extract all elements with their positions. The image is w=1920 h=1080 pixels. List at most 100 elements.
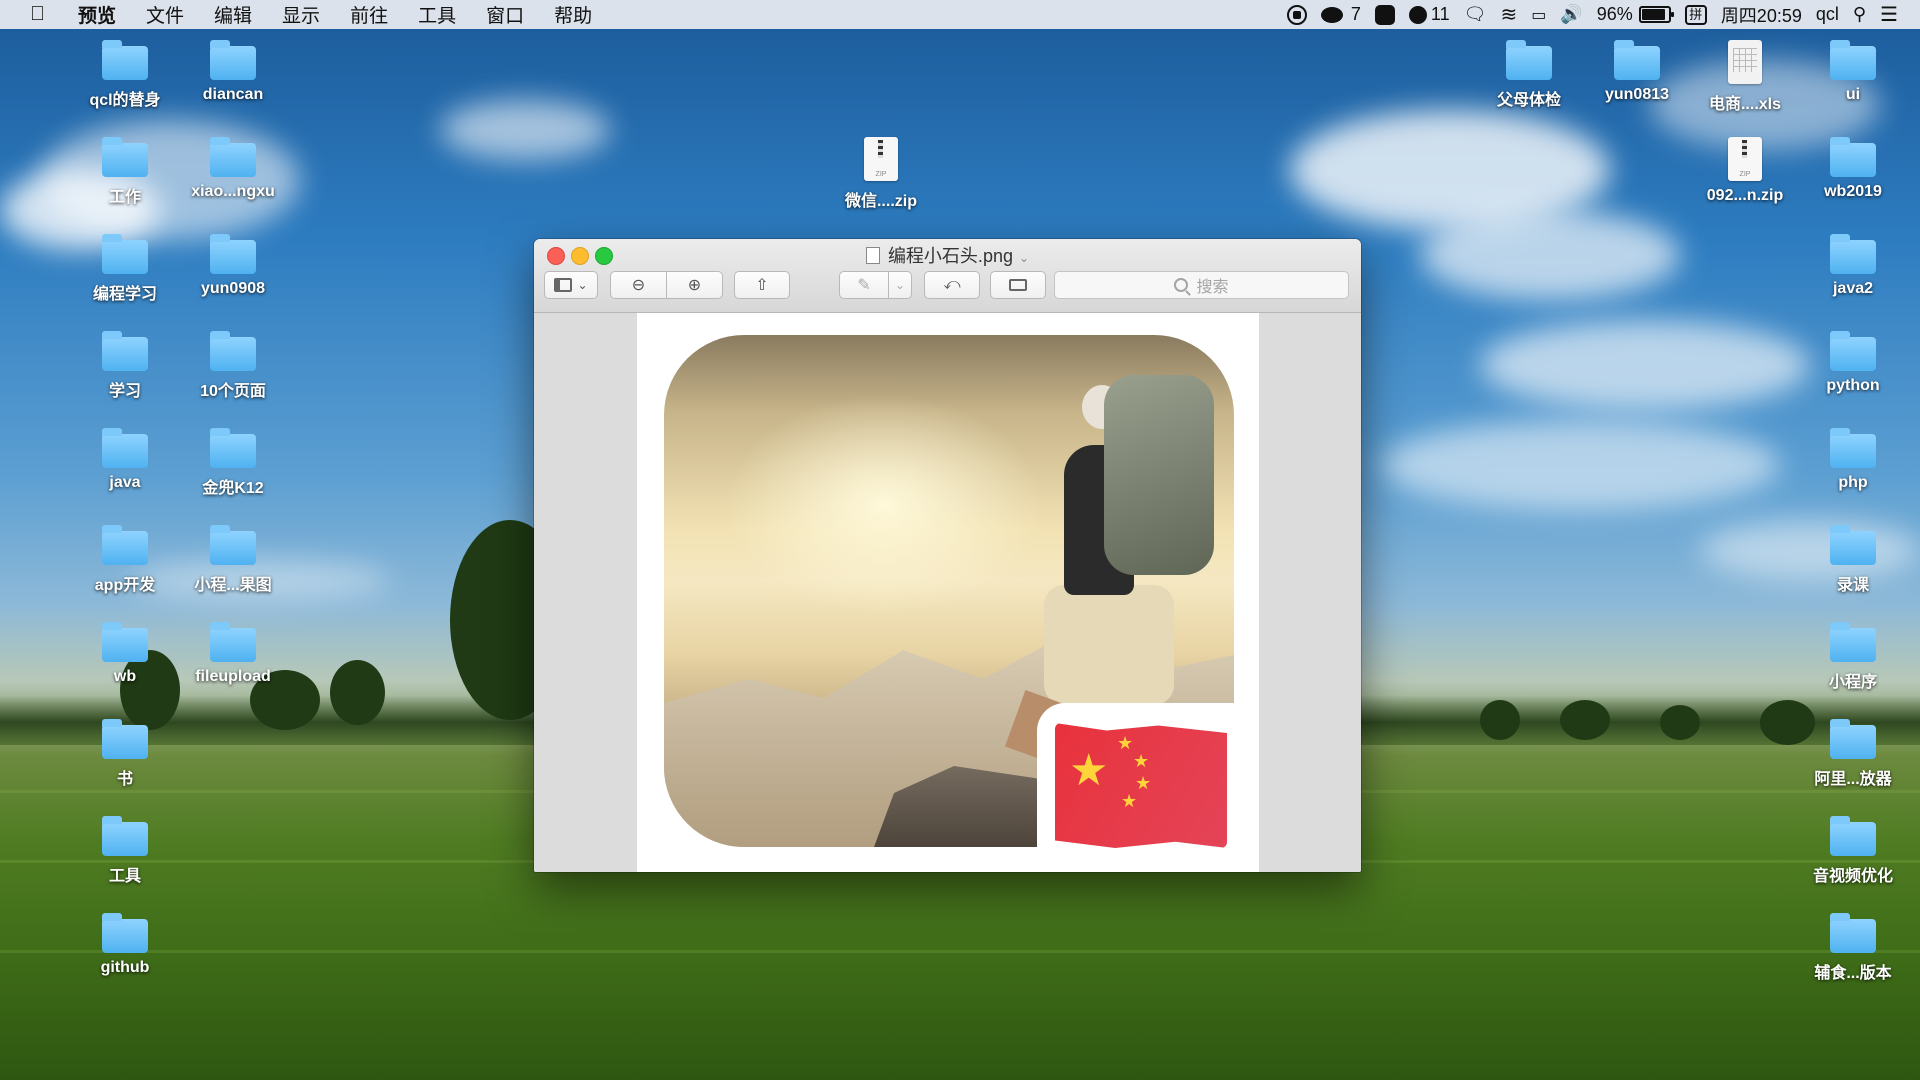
menu-go[interactable]: 前往 (350, 1, 388, 28)
desktop-zip-file[interactable]: 092...n.zip (1690, 137, 1800, 205)
spotlight-search-icon[interactable]: ⚲ (1853, 4, 1866, 25)
menu-tools[interactable]: 工具 (418, 1, 456, 28)
desktop-folder[interactable]: 编程学习 (70, 234, 180, 304)
window-titlebar[interactable]: 编程小石头.png ⌄ ⌄ ⊖ ⊕ ⇧ ✎ ⌄ ⤺ 搜索 (534, 239, 1361, 313)
desktop-xls-file[interactable]: 电商....xls (1690, 40, 1800, 114)
desktop-folder[interactable]: python (1798, 331, 1908, 395)
folder-icon (1830, 331, 1876, 371)
tree (1560, 700, 1610, 740)
search-field[interactable]: 搜索 (1054, 271, 1349, 299)
desktop-folder[interactable]: 书 (70, 719, 180, 789)
folder-icon (1830, 234, 1876, 274)
flag-sticker: ★ ★ ★ ★ ★ (1037, 703, 1244, 861)
share-button[interactable]: ⇧ (734, 271, 790, 299)
zip-file-icon (1728, 137, 1762, 181)
desktop-folder[interactable]: qcl的替身 (70, 40, 180, 110)
apple-menu-icon[interactable]:  (30, 3, 56, 26)
share-icon: ⇧ (755, 277, 769, 294)
zoom-in-icon: ⊕ (687, 277, 702, 294)
app-status-icon[interactable] (1374, 4, 1395, 25)
airplay-icon[interactable]: ▭ (1531, 5, 1546, 25)
desktop-folder[interactable]: github (70, 913, 180, 977)
menu-help[interactable]: 帮助 (554, 1, 592, 28)
wifi-icon[interactable]: ≋ (1500, 2, 1517, 27)
desktop-folder[interactable]: wb (70, 622, 180, 686)
notification-center-icon[interactable]: ☰ (1880, 2, 1898, 27)
markup-menu-button[interactable]: ⌄ (888, 271, 912, 299)
menu-app[interactable]: 预览 (78, 1, 116, 28)
desktop-folder[interactable]: 学习 (70, 331, 180, 401)
chevron-down-icon: ⌄ (1018, 251, 1030, 265)
folder-icon (210, 331, 256, 371)
folder-icon (1830, 428, 1876, 468)
markup-button[interactable]: ✎ (839, 271, 889, 299)
zoom-out-button[interactable]: ⊖ (610, 271, 667, 299)
sidebar-toggle-button[interactable]: ⌄ (544, 271, 598, 299)
desktop-folder[interactable]: java (70, 428, 180, 492)
menu-edit[interactable]: 编辑 (214, 1, 252, 28)
folder-icon (210, 622, 256, 662)
volume-icon[interactable]: 🔊 (1560, 4, 1582, 25)
desktop-folder[interactable]: 录课 (1798, 525, 1908, 595)
desktop-folder[interactable]: 辅食...版本 (1798, 913, 1908, 983)
menu-file[interactable]: 文件 (146, 1, 184, 28)
tree (330, 660, 385, 725)
folder-icon (210, 40, 256, 80)
folder-icon (1614, 40, 1660, 80)
desktop-zip-file[interactable]: 微信....zip (826, 137, 936, 211)
battery-status[interactable]: 96% (1596, 4, 1674, 25)
zoom-in-button[interactable]: ⊕ (666, 271, 723, 299)
folder-icon (1830, 137, 1876, 177)
desktop-folder[interactable]: fileupload (178, 622, 288, 686)
desktop-folder[interactable]: 阿里...放器 (1798, 719, 1908, 789)
cloud (1480, 320, 1810, 410)
desktop-folder[interactable]: diancan (178, 40, 288, 104)
battery-percent: 96% (1596, 4, 1633, 24)
window-title[interactable]: 编程小石头.png ⌄ (534, 242, 1361, 268)
menu-window[interactable]: 窗口 (486, 1, 524, 28)
desktop-folder[interactable]: 小程...果图 (178, 525, 288, 595)
desktop-folder[interactable]: 10个页面 (178, 331, 288, 401)
clock[interactable]: 周四20:59 (1721, 2, 1802, 28)
user-name[interactable]: qcl (1816, 4, 1839, 25)
spreadsheet-file-icon (1728, 40, 1762, 84)
cloud (440, 100, 610, 160)
notification-status[interactable]: 11 (1408, 4, 1450, 25)
small-star-icon: ★ (1133, 751, 1150, 771)
desktop-folder[interactable]: app开发 (70, 525, 180, 595)
rotate-button[interactable]: ⤺ (924, 271, 980, 299)
small-star-icon: ★ (1135, 773, 1152, 793)
folder-icon (102, 913, 148, 953)
desktop-folder[interactable]: 工作 (70, 137, 180, 207)
desktop-folder[interactable]: 工具 (70, 816, 180, 886)
desktop-folder[interactable]: wb2019 (1798, 137, 1908, 201)
zip-file-icon (864, 137, 898, 181)
markup-toolbox-button[interactable] (990, 271, 1046, 299)
desktop-folder[interactable]: ui (1798, 40, 1908, 104)
menu-view[interactable]: 显示 (282, 1, 320, 28)
screen-record-icon[interactable] (1286, 4, 1307, 25)
folder-icon (210, 525, 256, 565)
desktop-folder[interactable]: 小程序 (1798, 622, 1908, 692)
desktop-folder[interactable]: java2 (1798, 234, 1908, 298)
wechat-status[interactable]: 7 (1320, 4, 1361, 25)
folder-icon (102, 428, 148, 468)
document-view[interactable]: ★ ★ ★ ★ ★ (534, 313, 1361, 872)
search-icon (1174, 278, 1189, 292)
tree (1480, 700, 1520, 740)
desktop-folder[interactable]: 音视频优化 (1798, 816, 1908, 886)
desktop-folder[interactable]: yun0813 (1582, 40, 1692, 104)
desktop-folder[interactable]: 金兜K12 (178, 428, 288, 498)
desktop-folder[interactable]: xiao...ngxu (178, 137, 288, 201)
input-method-icon[interactable]: 拼 (1684, 4, 1707, 25)
cloud (1380, 420, 1780, 510)
window-title-text: 编程小石头.png (887, 246, 1013, 266)
china-flag-icon: ★ ★ ★ ★ ★ (1055, 723, 1227, 848)
sun-glow (724, 395, 1044, 615)
chat-bubble-icon[interactable]: 🗨 (1464, 4, 1487, 25)
desktop-folder[interactable]: php (1798, 428, 1908, 492)
folder-icon (210, 428, 256, 468)
desktop-folder[interactable]: yun0908 (178, 234, 288, 298)
desktop-folder[interactable]: 父母体检 (1474, 40, 1584, 110)
image-canvas: ★ ★ ★ ★ ★ (637, 313, 1259, 872)
